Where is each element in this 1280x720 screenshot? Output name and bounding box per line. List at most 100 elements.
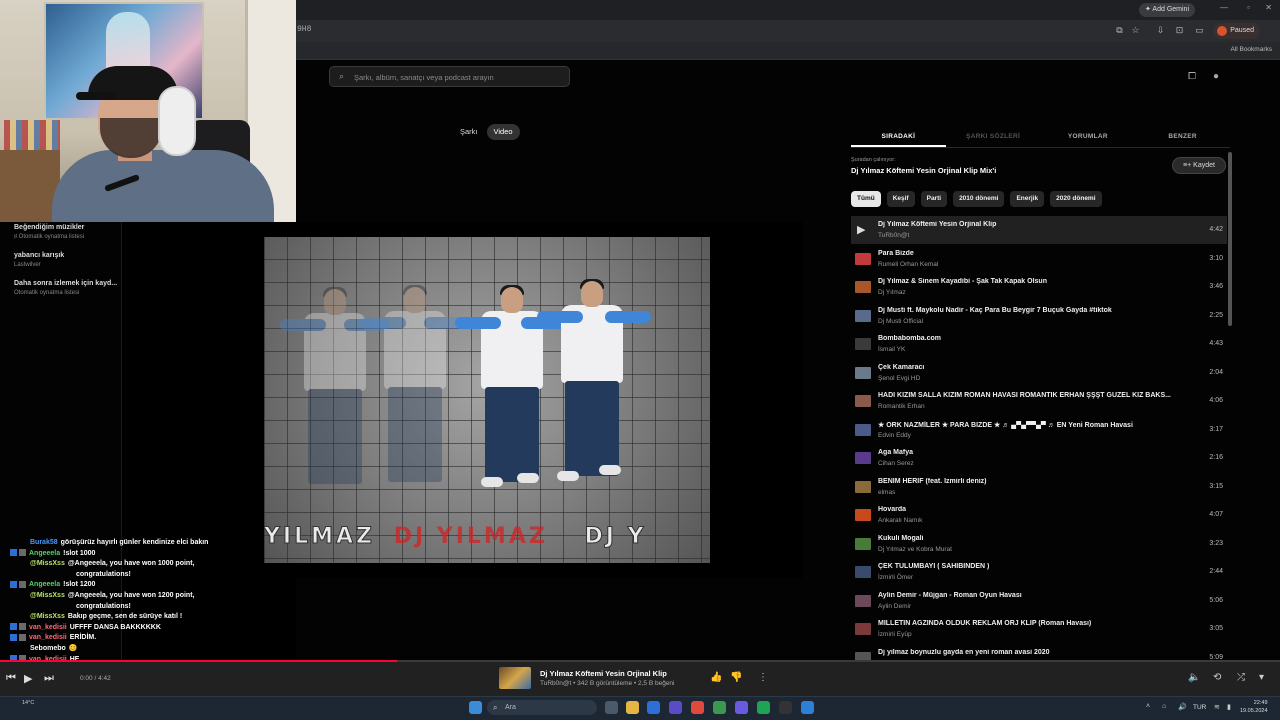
now-playing-title[interactable]: Dj Yılmaz Köftemi Yesin Orjinal Klip: [540, 669, 667, 678]
queue-item[interactable]: MİLLETİN AĞZINDA OLDUK REKLAM ORJ KLİP (…: [851, 615, 1227, 643]
file-explorer-icon[interactable]: [626, 701, 639, 714]
tab-up-next[interactable]: SIRADAKİ: [851, 128, 946, 147]
save-button[interactable]: ≡+ Kaydet: [1172, 157, 1226, 174]
queue-item[interactable]: Bombabomba.com İsmail YK 4:43: [851, 330, 1227, 358]
video-frame[interactable]: YILMAZ DJ YILMAZ DJ Y: [264, 237, 710, 563]
queue-list: ▶ Dj Yılmaz Köftemi Yesin Orjinal Klip TuR…: [851, 216, 1227, 660]
search-input[interactable]: [354, 70, 564, 84]
queue-item[interactable]: ÇEK TULUMBAYI ( SAHİBİNDEN ) İzmirli Ömer…: [851, 558, 1227, 586]
sidebar-icon[interactable]: ▭: [1194, 25, 1205, 36]
app-icon[interactable]: [801, 701, 814, 714]
sidebar-item-liked[interactable]: Beğendiğim müzikler ♯ Otomatik oynatma l…: [14, 224, 124, 240]
address-bar-text[interactable]: 9H8: [297, 25, 311, 34]
previous-icon[interactable]: ⏮: [6, 672, 16, 685]
app-icon[interactable]: [669, 701, 682, 714]
player-bar: [0, 660, 1280, 696]
expand-icon[interactable]: ▾: [1259, 672, 1264, 683]
close-icon[interactable]: ✕: [1265, 3, 1272, 12]
star-icon[interactable]: ☆: [1130, 25, 1141, 36]
wifi-icon[interactable]: ≋: [1214, 703, 1220, 711]
taskbar-search[interactable]: ⌕ Ara: [487, 700, 597, 715]
speaker-icon[interactable]: 🔊: [1178, 703, 1187, 711]
app-icon[interactable]: [779, 701, 792, 714]
network-icon[interactable]: ⌂: [1162, 703, 1166, 710]
play-icon[interactable]: ▶: [857, 223, 865, 236]
queue-item[interactable]: Aylin Demir - Müjgan - Roman Oyun Havası…: [851, 587, 1227, 615]
playlist-title: Beğendiğim müzikler: [14, 224, 85, 231]
progress-bar[interactable]: [0, 660, 1280, 662]
filter-chip[interactable]: 2020 dönemi: [1050, 191, 1102, 207]
minimize-icon[interactable]: —: [1220, 3, 1228, 12]
shuffle-icon[interactable]: ⤮: [1237, 672, 1245, 683]
queue-item[interactable]: Dj Musti ft. Maykolu Nadir - Kaç Para Bu…: [851, 302, 1227, 330]
sidebar-item-yabanci[interactable]: yabancı karışık Lastwilver: [14, 252, 124, 268]
discord-icon[interactable]: [735, 701, 748, 714]
more-icon[interactable]: ⋮: [758, 672, 768, 683]
app-icon[interactable]: [713, 701, 726, 714]
filter-chip[interactable]: 2010 dönemi: [953, 191, 1005, 207]
filter-chip[interactable]: Tümü: [851, 191, 881, 207]
filter-chip[interactable]: Keşif: [886, 191, 915, 207]
all-bookmarks[interactable]: All Bookmarks: [1230, 46, 1272, 53]
queue-scrollbar[interactable]: [1228, 152, 1232, 326]
queue-item[interactable]: Para Bizde Rumeli Orhan Kemal 3:10: [851, 245, 1227, 273]
toggle-video[interactable]: Video: [486, 124, 520, 140]
filter-chip[interactable]: Parti: [920, 191, 948, 207]
song-video-toggle: Şarkı Video: [453, 124, 520, 140]
shelf-items: [4, 120, 60, 150]
clock-time: 22:49: [1253, 700, 1268, 706]
queue-item[interactable]: Hovarda Ankaralı Namık 4:07: [851, 501, 1227, 529]
avatar: [1217, 26, 1228, 36]
video-overlay-text: YILMAZ DJ YILMAZ DJ Y: [264, 524, 647, 550]
chrome-icon[interactable]: [691, 701, 704, 714]
filter-chip[interactable]: Enerjik: [1010, 191, 1045, 207]
queue-item-duration: 3:10: [1209, 254, 1223, 262]
queue-item[interactable]: Dj yilmaz boynuzlu gayda en yeni roman a…: [851, 644, 1227, 660]
progress-fill: [0, 660, 397, 662]
volume-icon[interactable]: 🔈: [1188, 672, 1200, 683]
clock[interactable]: 22:49 19.05.2024: [1240, 699, 1268, 715]
cast-icon[interactable]: ⧉: [1114, 25, 1125, 36]
search-icon: ⌕: [339, 71, 345, 81]
add-gemini-button[interactable]: ✦ Add Gemini: [1138, 3, 1195, 17]
start-icon[interactable]: [469, 701, 482, 714]
next-icon[interactable]: ⏭: [44, 672, 54, 685]
chat-badge-icon: [19, 623, 26, 631]
queue-item-thumbnail: [855, 452, 871, 464]
repeat-icon[interactable]: ⟲: [1213, 672, 1221, 683]
task-view-icon[interactable]: [605, 701, 618, 714]
thumbs-down-icon[interactable]: 👎: [730, 672, 742, 683]
play-icon[interactable]: ▶: [24, 672, 32, 685]
now-playing-thumbnail[interactable]: [499, 667, 531, 689]
language-indicator[interactable]: TUR: [1193, 704, 1206, 711]
account-avatar-icon[interactable]: ●: [1213, 71, 1219, 82]
sidebar-item-watch-later[interactable]: Daha sonra izlemek için kayd... Otomatik…: [14, 280, 124, 296]
chat-username: van_kedisii: [29, 623, 67, 631]
gemini-label: Add Gemini: [1152, 6, 1189, 13]
queue-item[interactable]: Dj Yılmaz & Sinem Kayadibi - Şak Tak Kap…: [851, 273, 1227, 301]
queue-item-duration: 2:25: [1209, 311, 1223, 319]
search-box[interactable]: ⌕: [329, 66, 570, 87]
weather-widget[interactable]: 14°C: [22, 700, 34, 707]
download-icon[interactable]: ⇩: [1155, 25, 1166, 36]
queue-item-title: BENİM HERİF (feat. İzmirli deniz): [878, 477, 987, 485]
app-icon[interactable]: [757, 701, 770, 714]
profile-paused-button[interactable]: Paused: [1213, 23, 1260, 39]
queue-item[interactable]: Çek Kamaracı Şenol Evgi HD 2:04: [851, 359, 1227, 387]
battery-icon[interactable]: ▮: [1227, 703, 1231, 711]
queue-item[interactable]: ★ ORK NAZMİLER ★ PARA BIZDE ★ ♬ ▄▀▄▀▀▄▀ …: [851, 416, 1227, 444]
tab-comments[interactable]: YORUMLAR: [1041, 128, 1136, 147]
queue-item[interactable]: ▶ Dj Yılmaz Köftemi Yesin Orjinal Klip TuR…: [851, 216, 1227, 244]
queue-item[interactable]: BENİM HERİF (feat. İzmirli deniz) elmas 3:…: [851, 473, 1227, 501]
tab-related[interactable]: BENZER: [1135, 128, 1230, 147]
app-icon[interactable]: [647, 701, 660, 714]
thumbs-up-icon[interactable]: 👍: [710, 672, 722, 683]
cast-icon[interactable]: ⧠: [1188, 71, 1196, 82]
maximize-icon[interactable]: ▫: [1247, 3, 1250, 12]
toggle-song[interactable]: Şarkı: [453, 124, 485, 140]
extensions-icon[interactable]: ⊡: [1174, 25, 1185, 36]
queue-item[interactable]: HADİ KIZIM SALLA KIZIM ROMAN HAVASI ROMA…: [851, 387, 1227, 415]
queue-item[interactable]: Aga Mafya Cihan Serez 2:16: [851, 444, 1227, 472]
queue-item[interactable]: Kukuli Mogali Dj Yılmaz ve Kobra Murat 3:2…: [851, 530, 1227, 558]
tray-chevron-icon[interactable]: ˄: [1146, 703, 1150, 710]
